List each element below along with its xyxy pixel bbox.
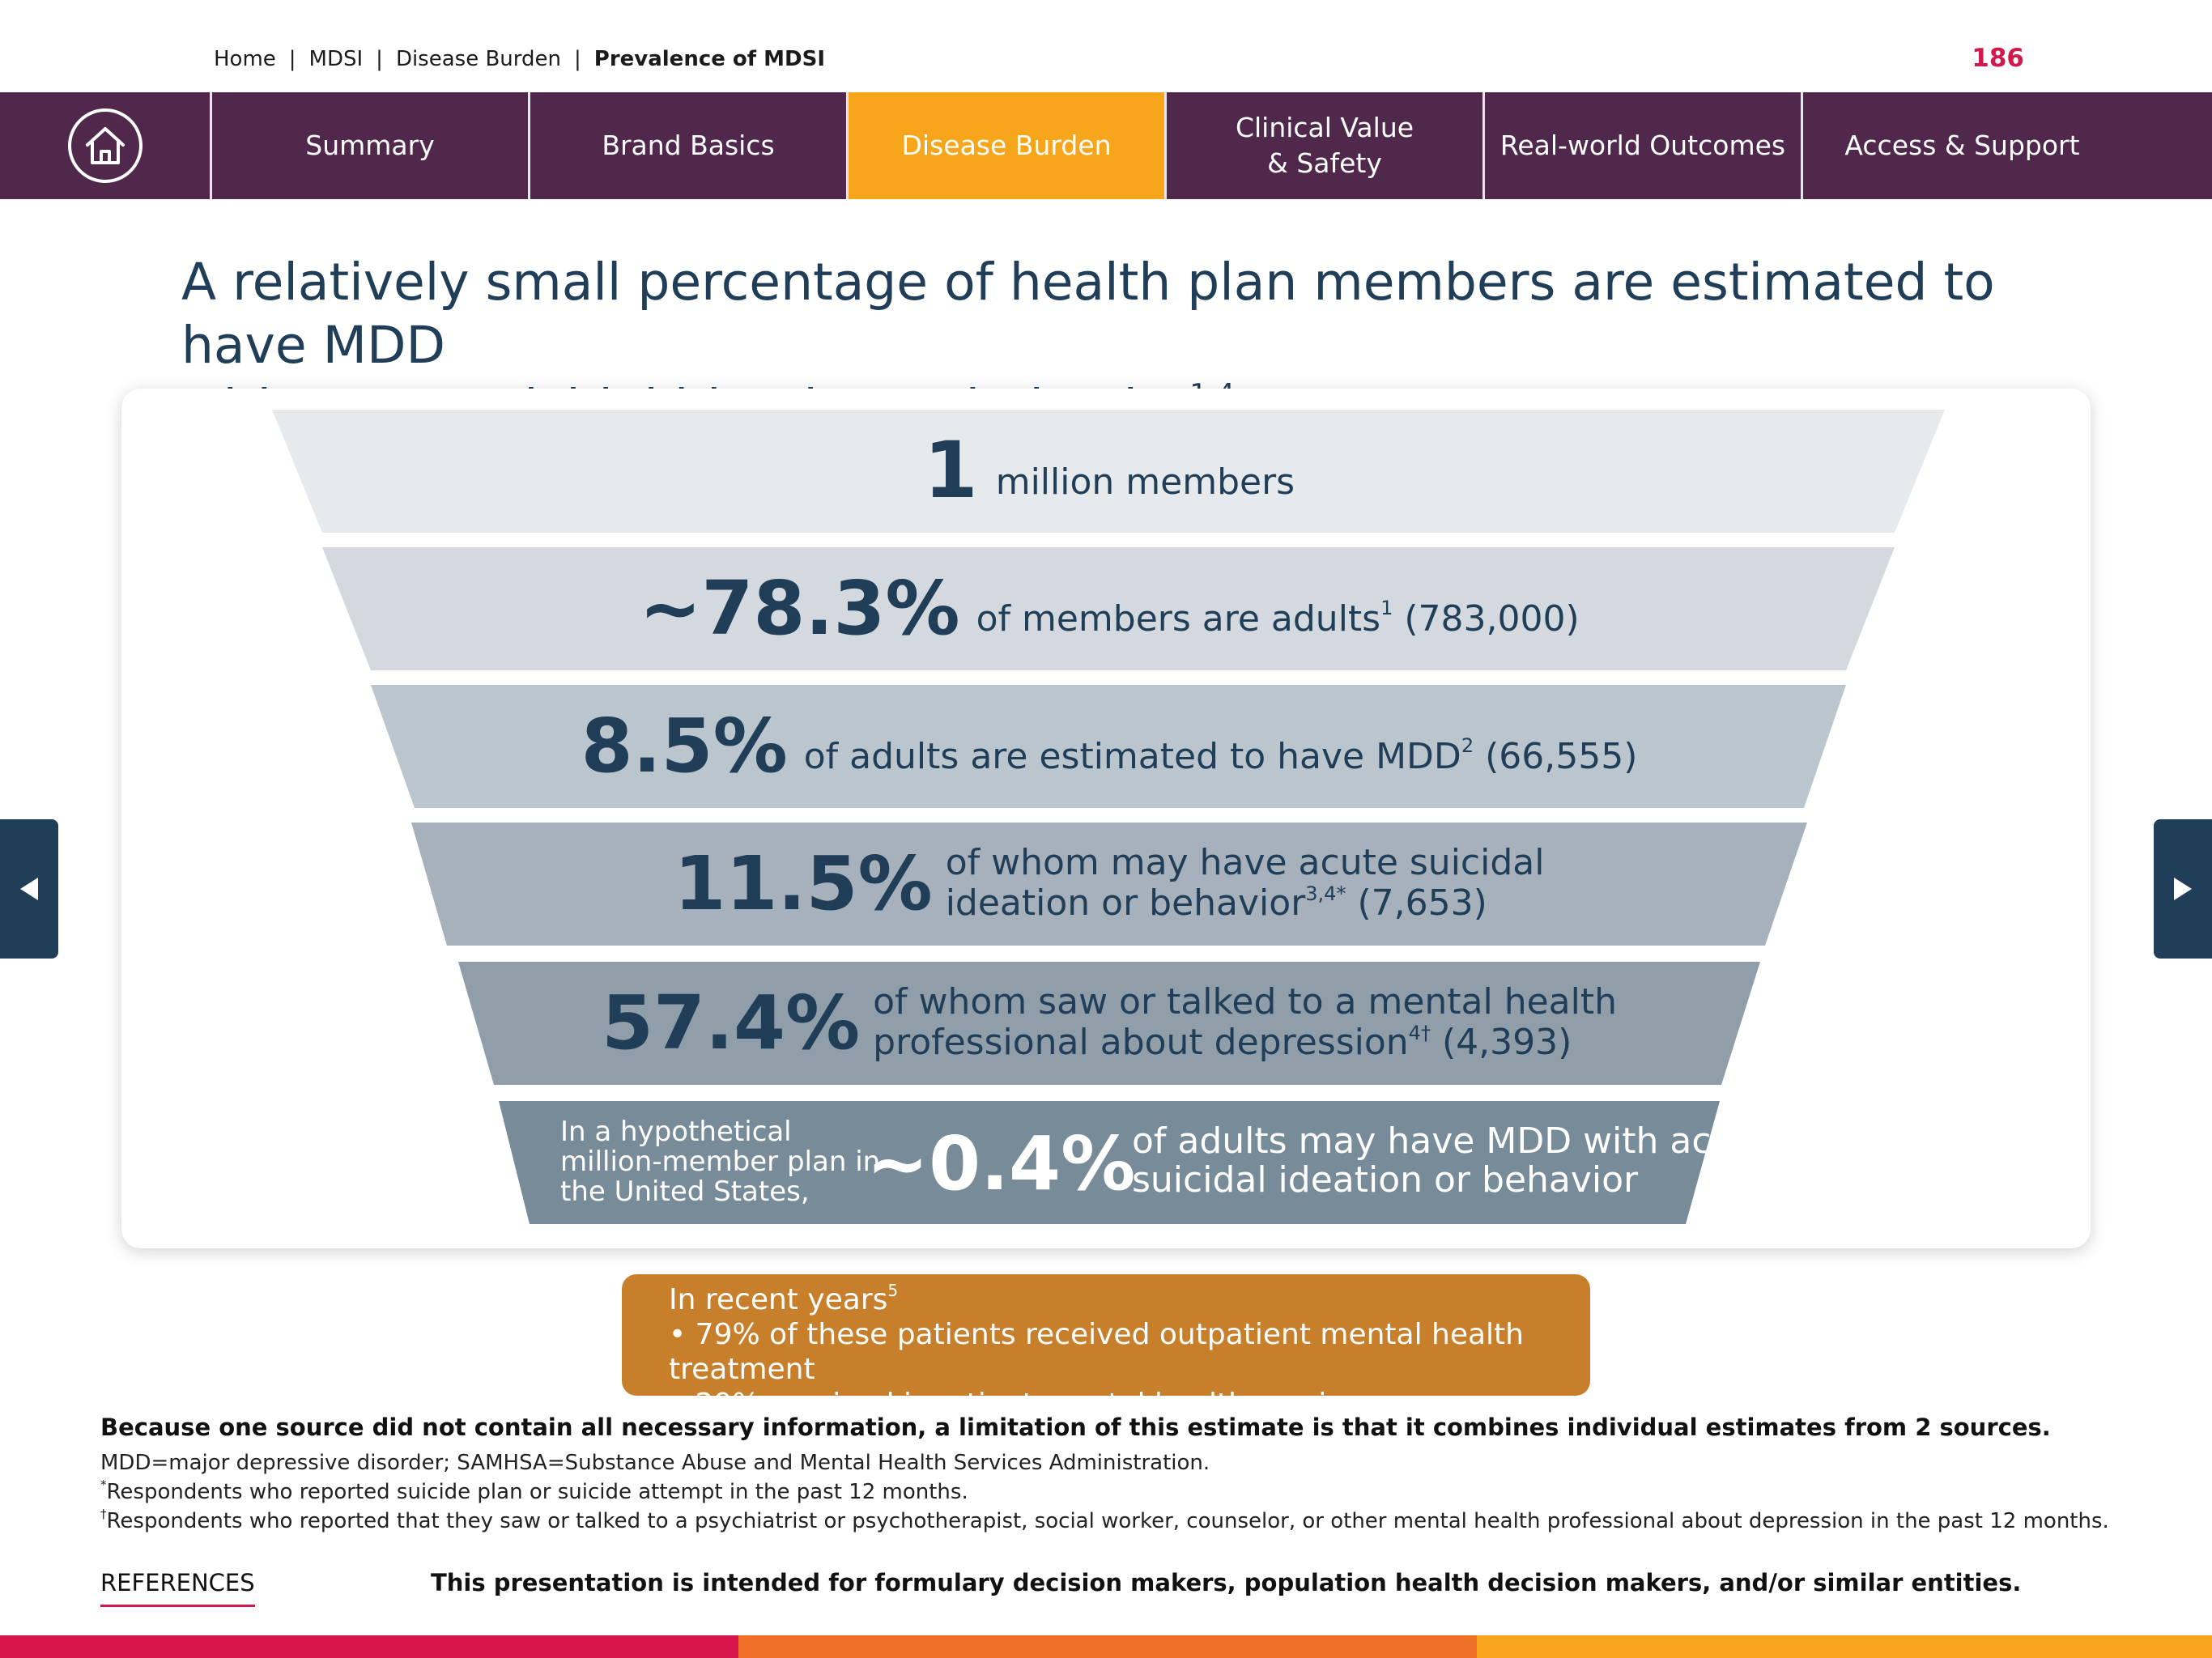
tab-disease-burden-label: Disease Burden [901,130,1112,161]
breadcrumb-separator: | [376,47,383,71]
footnote-dagger: †Respondents who reported that they saw … [100,1507,2109,1534]
tier-6-label: of adults may have MDD with acute suicida… [1132,1120,1770,1201]
breadcrumb: Home | MDSI | Disease Burden | Prevalence of M… [214,47,825,71]
bottom-bar-orange [738,1635,1477,1658]
breadcrumb-home[interactable]: Home [214,47,276,71]
limitation-note: Because one source did not contain all n… [100,1414,2051,1441]
tab-real-world-outcomes-label: Real-world Outcomes [1499,130,1786,161]
recent-years-box: In recent years5 • 79% of these patients… [622,1274,1590,1421]
tab-access-support[interactable]: Access & Support [1803,92,2121,199]
tier-6-prefix: In a hypothetical million-member plan in t… [560,1116,881,1208]
recent-years-heading: In recent years5 [669,1281,899,1316]
page-number: 186 [1972,44,2024,73]
tier-3-label: of adults are estimated to have MDD2 (66… [803,733,1638,777]
tab-disease-burden[interactable]: Disease Burden [849,92,1167,199]
breadcrumb-separator: | [288,47,296,71]
tier-1-label: million members [995,461,1295,503]
tier-1-value: 1 [923,425,978,516]
tier-5-text: 57.4% of whom saw or talked to a mental … [486,970,1733,1075]
tier-2-value: ~78.3% [639,564,960,652]
tab-summary-label: Summary [305,130,435,161]
abbreviations-note: MDD=major depressive disorder; SAMHSA=Su… [100,1451,1210,1475]
tier-3-text: 8.5% of adults are estimated to have MDD… [486,693,1733,798]
breadcrumb-disease-burden[interactable]: Disease Burden [396,47,561,71]
tab-brand-basics[interactable]: Brand Basics [530,92,849,199]
bottom-bar-red [0,1635,738,1658]
tier-4-label: of whom may have acute suicidal ideation … [945,842,1545,924]
tier-4-value: 11.5% [674,840,933,927]
home-button[interactable] [0,92,212,199]
next-page-button[interactable] [2154,819,2212,959]
breadcrumb-mdsi[interactable]: MDSI [309,47,364,71]
bottom-bar-yellow [1477,1635,2212,1658]
tier-6-value: ~0.4% [866,1120,1136,1207]
bottom-color-bar [0,1635,2212,1658]
tab-brand-basics-label: Brand Basics [602,130,775,161]
references-link[interactable]: REFERENCES [100,1569,255,1607]
tab-real-world-outcomes[interactable]: Real-world Outcomes [1485,92,1803,199]
prev-page-button[interactable] [0,819,58,959]
home-icon [67,108,143,183]
tab-clinical-value-safety-label: Clinical Value & Safety [1235,112,1414,179]
tier-1-text: 1 million members [486,418,1733,523]
tier-5-label: of whom saw or talked to a mental health… [873,981,1618,1063]
caret-right-icon [2174,878,2192,900]
tab-access-support-label: Access & Support [1844,130,2080,161]
main-nav: Summary Brand Basics Disease Burden Clin… [0,92,2212,199]
tab-summary[interactable]: Summary [212,92,530,199]
tier-2-label: of members are adults1 (783,000) [976,596,1580,640]
breadcrumb-separator: | [574,47,581,71]
tab-clinical-value-safety[interactable]: Clinical Value & Safety [1167,92,1485,199]
tier-2-text: ~78.3% of members are adults1 (783,000) [486,555,1733,661]
audience-disclaimer: This presentation is intended for formul… [431,1569,2022,1596]
caret-left-icon [20,878,38,900]
recent-bullet-outpatient: • 79% of these patients received outpati… [669,1318,1524,1386]
footnote-asterisk: *Respondents who reported suicide plan o… [100,1477,968,1505]
tier-3-value: 8.5% [581,702,788,789]
tier-4-text: 11.5% of whom may have acute suicidal ide… [486,831,1733,936]
breadcrumb-current: Prevalence of MDSI [593,47,826,71]
tier-5-value: 57.4% [601,979,861,1066]
